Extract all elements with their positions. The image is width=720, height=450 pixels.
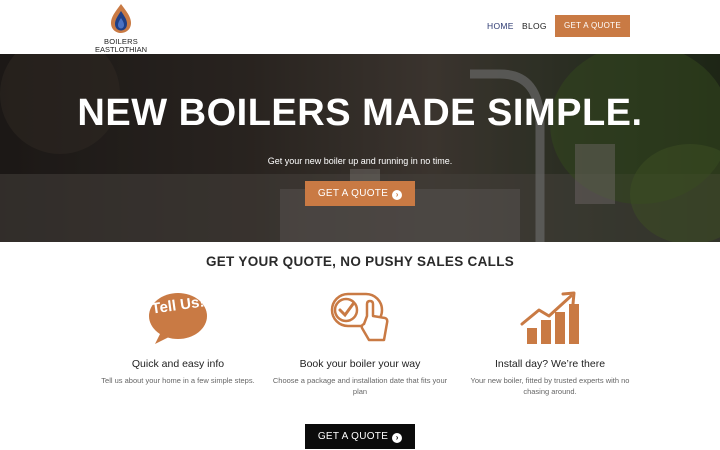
hero-quote-button-label: GET A QUOTE <box>317 188 389 199</box>
feature-install-day: Install day? We’re there Your new boiler… <box>450 290 650 396</box>
site-header: BOILERS EASTLOTHIAN HOME BLOG GET A QUOT… <box>0 0 720 54</box>
arrow-right-icon: › <box>392 433 403 443</box>
hero-banner: NEW BOILERS MADE SIMPLE. Get your new bo… <box>0 54 720 242</box>
flame-drop-icon <box>111 4 131 33</box>
hero-subtitle: Get your new boiler up and running in no… <box>267 156 453 166</box>
tap-checkmark-icon <box>329 290 391 346</box>
feature-title: Quick and easy info <box>131 358 225 370</box>
section-title: GET YOUR QUOTE, NO PUSHY SALES CALLS <box>205 254 515 269</box>
cta-quote-button[interactable]: GET A QUOTE › <box>305 424 415 449</box>
feature-description: Tell us about your home in a few simple … <box>101 376 255 385</box>
arrow-right-icon: › <box>392 190 403 200</box>
tell-us-speech-bubble-icon: Tell Us! <box>147 290 209 346</box>
growth-chart-icon <box>519 290 581 346</box>
cta-quote-button-label: GET A QUOTE <box>317 431 389 442</box>
hero-quote-button[interactable]: GET A QUOTE › <box>305 181 415 206</box>
nav-link-blog[interactable]: BLOG <box>522 21 547 31</box>
logo-text-line2: EASTLOTHIAN <box>94 45 148 54</box>
feature-title: Book your boiler your way <box>299 358 421 370</box>
site-logo[interactable]: BOILERS EASTLOTHIAN <box>92 0 150 54</box>
feature-description: Your new boiler, fitted by trusted exper… <box>470 376 630 396</box>
nav-link-home[interactable]: HOME <box>487 21 514 31</box>
feature-title: Install day? We’re there <box>494 358 606 370</box>
hero-title: NEW BOILERS MADE SIMPLE. <box>77 92 643 134</box>
feature-description: Choose a package and installation date t… <box>272 376 448 396</box>
feature-quick-info: Tell Us! Quick and easy info Tell us abo… <box>78 290 278 385</box>
hero-overlay <box>0 54 720 242</box>
feature-book-boiler: Book your boiler your way Choose a packa… <box>260 290 460 396</box>
nav-quote-button[interactable]: GET A QUOTE <box>555 15 630 37</box>
